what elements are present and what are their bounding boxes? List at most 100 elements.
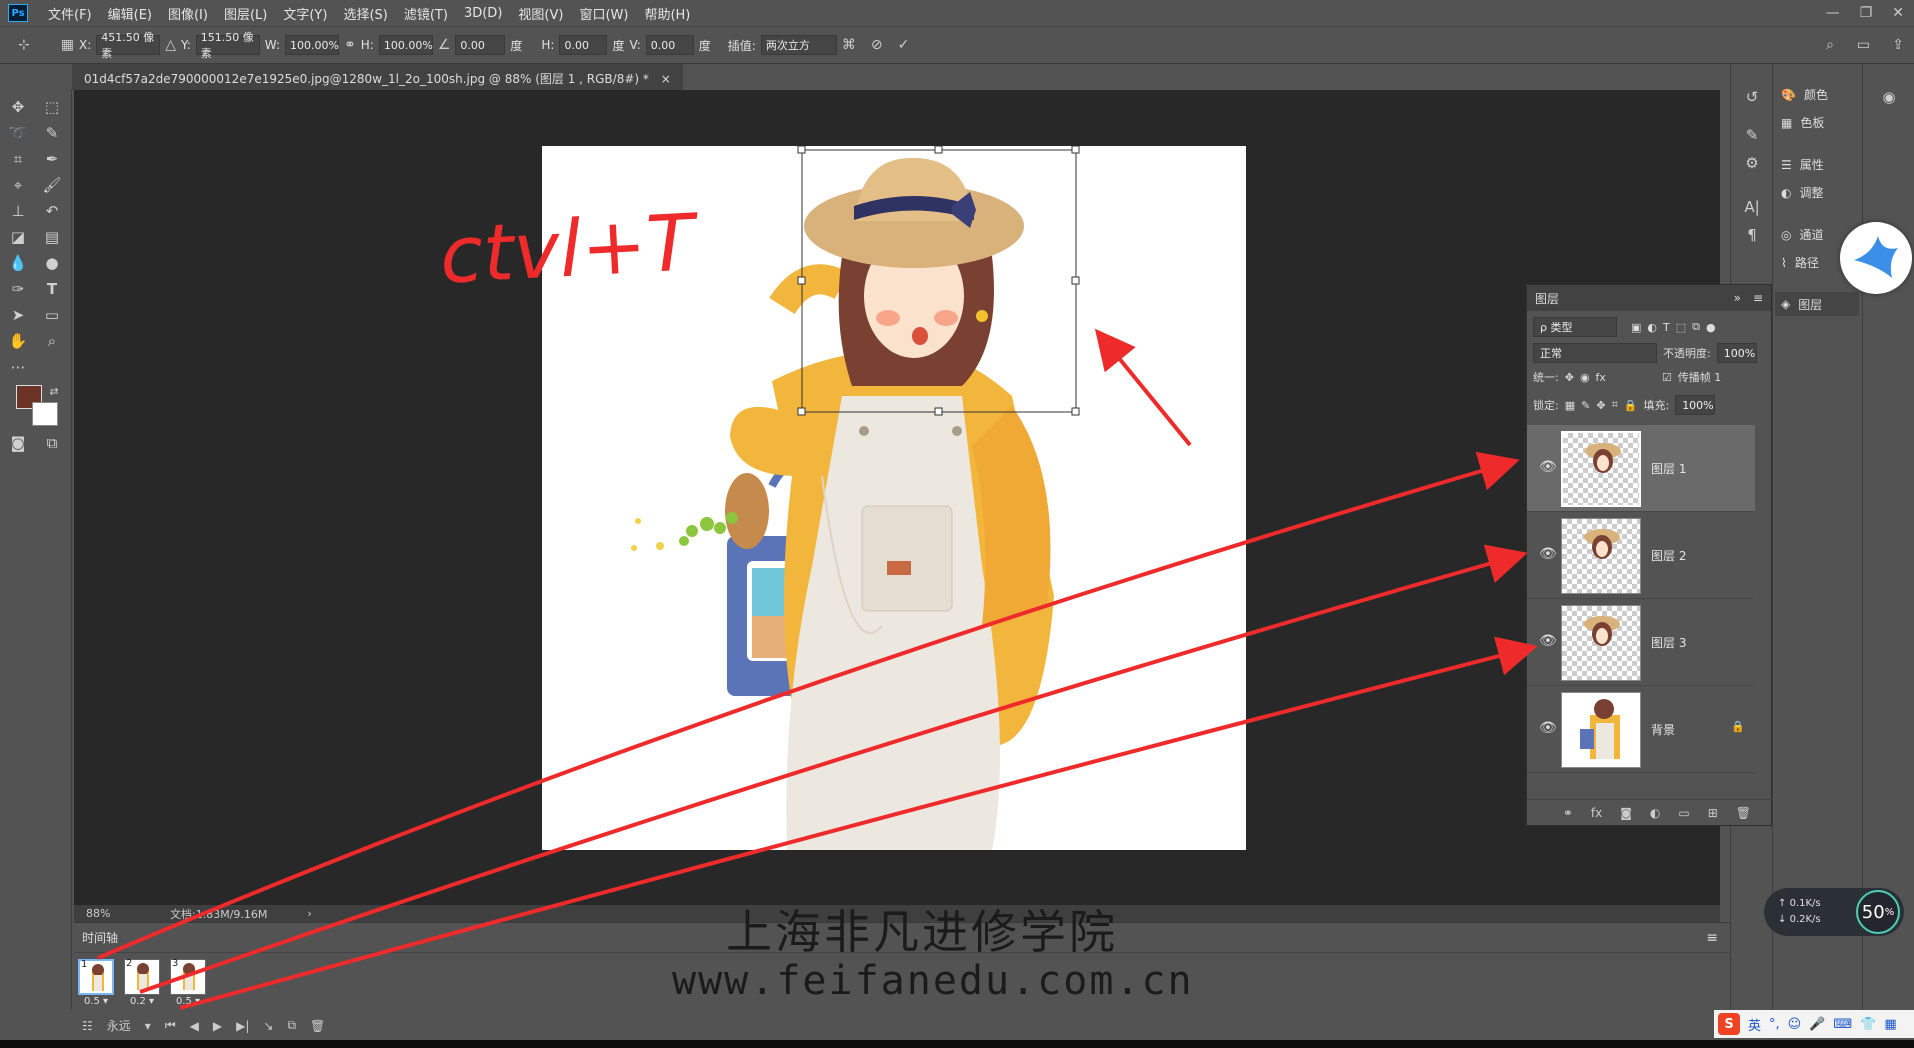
lock-all-icon[interactable]: 🔒 — [1624, 399, 1638, 412]
layer-row[interactable]: 👁 背景 🔒 — [1527, 686, 1755, 773]
width-input[interactable]: 100.00% — [285, 35, 340, 55]
layer-name[interactable]: 图层 1 — [1651, 460, 1686, 477]
animation-frame[interactable]: 1 0.5 ▾ — [78, 959, 114, 1007]
relative-position-icon[interactable]: △ — [165, 37, 176, 53]
clone-stamp-tool-icon[interactable]: ⊥ — [6, 200, 30, 222]
close-window-icon[interactable]: ✕ — [1892, 5, 1904, 21]
animation-frame[interactable]: 2 0.2 ▾ — [124, 958, 160, 1007]
cancel-transform-icon[interactable]: ⊘ — [871, 37, 883, 53]
minimize-icon[interactable]: — — [1826, 5, 1840, 21]
animation-frame[interactable]: 3 0.5 ▾ — [170, 958, 206, 1007]
transform-tool-preset-icon[interactable]: ⊹ — [18, 37, 30, 53]
close-document-icon[interactable]: × — [661, 72, 671, 86]
delete-frame-icon[interactable]: 🗑 — [310, 1019, 325, 1033]
layer-filter-select[interactable]: ρ 类型 — [1533, 317, 1617, 337]
interpolation-select[interactable]: 两次立方 — [760, 35, 837, 55]
status-menu-arrow[interactable]: › — [307, 907, 311, 920]
filter-smart-object-icon[interactable]: ⧉ — [1692, 320, 1700, 334]
move-tool-icon[interactable]: ✥ — [6, 96, 30, 118]
type-tool-icon[interactable]: T — [40, 278, 64, 300]
more-tools-icon[interactable]: ⋯ — [6, 356, 30, 378]
first-frame-icon[interactable]: ⏮ — [165, 1018, 176, 1033]
layer-row[interactable]: 👁 图层 1 — [1527, 425, 1755, 512]
warp-mode-icon[interactable]: ⌘ — [842, 37, 856, 53]
brush-tool-icon[interactable]: 🖌 — [40, 174, 64, 196]
dock-paths[interactable]: ⌇ 路径 — [1781, 254, 1819, 271]
convert-timeline-icon[interactable]: ☷ — [82, 1019, 93, 1033]
filter-adjustment-icon[interactable]: ◐ — [1647, 321, 1657, 334]
visibility-eye-icon[interactable]: 👁 — [1539, 546, 1557, 562]
menu-image[interactable]: 图像(I) — [160, 4, 216, 23]
tween-icon[interactable]: ↘ — [263, 1019, 273, 1033]
shape-tool-icon[interactable]: ▭ — [40, 304, 64, 326]
dock-properties[interactable]: ☰ 属性 — [1781, 156, 1824, 173]
commit-transform-icon[interactable]: ✓ — [898, 37, 910, 53]
dock-swatches[interactable]: ▦ 色板 — [1781, 114, 1824, 131]
frame-delay[interactable]: 0.2 ▾ — [124, 996, 160, 1007]
height-input[interactable]: 100.00% — [378, 35, 433, 55]
marquee-tool-icon[interactable]: ⬚ — [40, 96, 64, 118]
timeline-menu-icon[interactable]: ≡ — [1706, 930, 1718, 946]
lasso-tool-icon[interactable]: ➰ — [6, 122, 30, 144]
gradient-tool-icon[interactable]: ▤ — [40, 226, 64, 248]
search-icon[interactable]: ⌕ — [1826, 37, 1834, 53]
menu-3d[interactable]: 3D(D) — [456, 6, 510, 21]
zoom-level[interactable]: 88% — [86, 907, 146, 920]
zoom-tool-icon[interactable]: ⌕ — [40, 330, 64, 352]
swap-colors-icon[interactable]: ⇄ — [42, 380, 66, 402]
frame-delay[interactable]: 0.5 ▾ — [78, 996, 114, 1007]
workspace-icon[interactable]: ▭ — [1857, 37, 1870, 53]
unify-position-icon[interactable]: ✥ — [1565, 371, 1574, 384]
healing-brush-tool-icon[interactable]: ⌖ — [6, 174, 30, 196]
new-layer-icon[interactable]: ⊞ — [1708, 806, 1718, 820]
add-mask-icon[interactable]: ◙ — [1620, 806, 1632, 820]
character-icon[interactable]: A| — [1740, 196, 1764, 218]
layer-name[interactable]: 图层 2 — [1651, 547, 1686, 564]
layer-row[interactable]: 👁 图层 2 — [1527, 512, 1755, 599]
play-icon[interactable]: ▶ — [213, 1019, 222, 1033]
duplicate-frame-icon[interactable]: ⧉ — [287, 1018, 296, 1033]
unify-style-icon[interactable]: fx — [1596, 371, 1606, 384]
screen-mode-icon[interactable]: ⧉ — [40, 432, 64, 454]
layer-name[interactable]: 图层 3 — [1651, 634, 1686, 651]
visibility-eye-icon[interactable]: 👁 — [1539, 720, 1557, 736]
voice-icon[interactable]: 🎤 — [1809, 1017, 1825, 1032]
add-style-icon[interactable]: fx — [1591, 806, 1602, 820]
punctuation-icon[interactable]: °, — [1769, 1017, 1780, 1032]
eyedropper-tool-icon[interactable]: ✒ — [40, 148, 64, 170]
menu-select[interactable]: 选择(S) — [335, 4, 395, 23]
delete-layer-icon[interactable]: 🗑 — [1736, 806, 1751, 820]
hand-tool-icon[interactable]: ✋ — [6, 330, 30, 352]
menu-type[interactable]: 文字(Y) — [275, 4, 335, 23]
dock-color[interactable]: 🎨 颜色 — [1781, 86, 1828, 103]
reference-point-icon[interactable]: ▦ — [61, 37, 74, 53]
dodge-tool-icon[interactable]: ● — [40, 252, 64, 274]
layer-row[interactable]: 👁 图层 3 — [1527, 599, 1755, 686]
filter-pixel-icon[interactable]: ▣ — [1631, 321, 1641, 334]
y-input[interactable]: 151.50 像素 — [195, 31, 260, 60]
new-group-icon[interactable]: ▭ — [1678, 806, 1689, 820]
loop-dropdown-icon[interactable]: ▾ — [145, 1019, 151, 1033]
eraser-tool-icon[interactable]: ◪ — [6, 226, 30, 248]
lock-artboard-icon[interactable]: ⌗ — [1612, 398, 1618, 412]
quick-select-tool-icon[interactable]: ✎ — [40, 122, 64, 144]
menu-file[interactable]: 文件(F) — [40, 4, 100, 23]
blur-tool-icon[interactable]: 💧 — [6, 252, 30, 274]
layer-name[interactable]: 背景 — [1651, 721, 1675, 738]
lock-position-icon[interactable]: ✥ — [1596, 399, 1605, 412]
loop-select[interactable]: 永远 — [107, 1017, 131, 1034]
propagate-checkbox[interactable]: ☑ — [1662, 371, 1672, 384]
opacity-input[interactable]: 100% — [1716, 343, 1757, 363]
previous-frame-icon[interactable]: ◀ — [190, 1019, 199, 1033]
lock-pixels-icon[interactable]: ✎ — [1581, 399, 1590, 412]
brush-presets-icon[interactable]: ⚙ — [1740, 152, 1764, 174]
unify-visibility-icon[interactable]: ◉ — [1580, 371, 1590, 384]
menu-layer[interactable]: 图层(L) — [216, 4, 275, 23]
emoji-icon[interactable]: ☺ — [1788, 1017, 1802, 1032]
menu-help[interactable]: 帮助(H) — [636, 4, 698, 23]
angle-input[interactable]: 0.00 — [455, 35, 506, 55]
history-icon[interactable]: ↺ — [1740, 86, 1764, 108]
hskew-input[interactable]: 0.00 — [559, 35, 608, 55]
skin-icon[interactable]: 👕 — [1860, 1017, 1876, 1032]
restore-icon[interactable]: ❐ — [1860, 5, 1873, 21]
